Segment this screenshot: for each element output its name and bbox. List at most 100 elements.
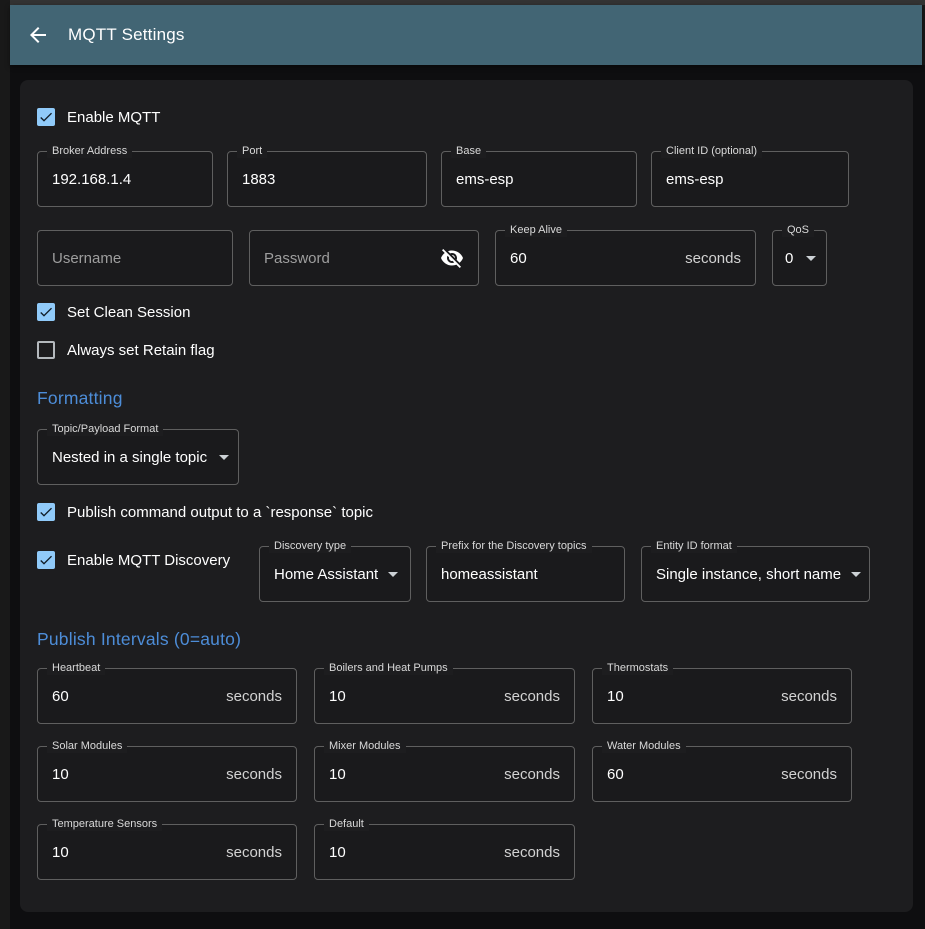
client-id-field[interactable]: Client ID (optional) xyxy=(651,151,849,207)
client-id-input[interactable] xyxy=(666,171,834,188)
enable-mqtt-label: Enable MQTT xyxy=(67,109,160,126)
toggle-password-visibility-button[interactable] xyxy=(440,246,464,270)
check-icon xyxy=(38,504,54,520)
seconds-suffix: seconds xyxy=(218,766,282,783)
intervals-grid: Heartbeat seconds Boilers and Heat Pumps… xyxy=(37,668,896,880)
port-input[interactable] xyxy=(242,171,412,188)
mixer-modules-label: Mixer Modules xyxy=(324,740,406,753)
entity-id-format-select[interactable]: Entity ID format Single instance, short … xyxy=(641,546,870,602)
thermostats-input[interactable] xyxy=(607,688,773,705)
heartbeat-label: Heartbeat xyxy=(47,662,105,675)
connection-row-1: Broker Address Port Base Client ID (opti… xyxy=(37,151,896,207)
water-modules-label: Water Modules xyxy=(602,740,686,753)
discovery-type-label: Discovery type xyxy=(269,540,351,553)
port-field[interactable]: Port xyxy=(227,151,427,207)
discovery-row: Enable MQTT Discovery Discovery type Hom… xyxy=(37,541,896,602)
default-interval-input[interactable] xyxy=(329,844,496,861)
clean-session-checkbox[interactable] xyxy=(37,303,55,321)
default-interval-field[interactable]: Default seconds xyxy=(314,824,575,880)
enable-discovery-checkbox[interactable] xyxy=(37,551,55,569)
entity-id-format-value: Single instance, short name xyxy=(656,566,841,583)
discovery-type-select[interactable]: Discovery type Home Assistant xyxy=(259,546,411,602)
keep-alive-field[interactable]: Keep Alive seconds xyxy=(495,230,756,286)
password-field[interactable] xyxy=(249,230,479,286)
discovery-prefix-label: Prefix for the Discovery topics xyxy=(436,540,592,553)
seconds-suffix: seconds xyxy=(218,688,282,705)
discovery-type-value: Home Assistant xyxy=(274,566,378,583)
seconds-suffix: seconds xyxy=(496,766,560,783)
topic-format-value: Nested in a single topic xyxy=(52,449,207,466)
arrow-back-icon xyxy=(26,23,50,47)
publish-response-checkbox[interactable] xyxy=(37,503,55,521)
retain-flag-checkbox[interactable] xyxy=(37,341,55,359)
dropdown-arrow-icon xyxy=(388,572,398,577)
dropdown-arrow-icon xyxy=(806,256,816,261)
seconds-suffix: seconds xyxy=(773,688,837,705)
enable-mqtt-row: Enable MQTT xyxy=(37,108,896,126)
formatting-heading: Formatting xyxy=(37,388,896,409)
appbar: MQTT Settings xyxy=(10,5,922,65)
qos-label: QoS xyxy=(782,224,814,237)
mixer-modules-input[interactable] xyxy=(329,766,496,783)
topic-format-select[interactable]: Topic/Payload Format Nested in a single … xyxy=(37,429,239,485)
seconds-suffix: seconds xyxy=(496,688,560,705)
broker-address-input[interactable] xyxy=(52,171,198,188)
temperature-sensors-label: Temperature Sensors xyxy=(47,818,162,831)
entity-id-format-label: Entity ID format xyxy=(651,540,737,553)
boilers-input[interactable] xyxy=(329,688,496,705)
broker-address-label: Broker Address xyxy=(47,145,132,158)
base-label: Base xyxy=(451,145,486,158)
retain-flag-row: Always set Retain flag xyxy=(37,341,896,359)
mixer-modules-field[interactable]: Mixer Modules seconds xyxy=(314,746,575,802)
boilers-field[interactable]: Boilers and Heat Pumps seconds xyxy=(314,668,575,724)
heartbeat-field[interactable]: Heartbeat seconds xyxy=(37,668,297,724)
back-button[interactable] xyxy=(26,23,50,47)
keep-alive-input[interactable] xyxy=(510,250,677,267)
enable-mqtt-checkbox[interactable] xyxy=(37,108,55,126)
retain-flag-label: Always set Retain flag xyxy=(67,342,215,359)
solar-modules-label: Solar Modules xyxy=(47,740,127,753)
page-title: MQTT Settings xyxy=(68,25,185,45)
settings-card: Enable MQTT Broker Address Port Base Cli… xyxy=(20,80,913,912)
qos-select[interactable]: QoS 0 xyxy=(772,230,827,286)
water-modules-input[interactable] xyxy=(607,766,773,783)
client-id-label: Client ID (optional) xyxy=(661,145,762,158)
boilers-label: Boilers and Heat Pumps xyxy=(324,662,453,675)
heartbeat-input[interactable] xyxy=(52,688,218,705)
dropdown-arrow-icon xyxy=(851,572,861,577)
base-input[interactable] xyxy=(456,171,622,188)
visibility-off-icon xyxy=(440,246,464,270)
solar-modules-input[interactable] xyxy=(52,766,218,783)
topic-format-label: Topic/Payload Format xyxy=(47,423,163,436)
seconds-suffix: seconds xyxy=(218,844,282,861)
solar-modules-field[interactable]: Solar Modules seconds xyxy=(37,746,297,802)
discovery-prefix-input[interactable] xyxy=(441,566,610,583)
check-icon xyxy=(38,304,54,320)
enable-discovery-label: Enable MQTT Discovery xyxy=(67,552,230,569)
check-icon xyxy=(38,552,54,568)
default-interval-label: Default xyxy=(324,818,369,831)
water-modules-field[interactable]: Water Modules seconds xyxy=(592,746,852,802)
publish-response-row: Publish command output to a `response` t… xyxy=(37,503,896,521)
thermostats-label: Thermostats xyxy=(602,662,673,675)
connection-row-2: Keep Alive seconds QoS 0 xyxy=(37,230,896,286)
discovery-prefix-field[interactable]: Prefix for the Discovery topics xyxy=(426,546,625,602)
username-input[interactable] xyxy=(52,250,218,267)
qos-value: 0 xyxy=(785,250,793,267)
temperature-sensors-input[interactable] xyxy=(52,844,218,861)
publish-intervals-heading: Publish Intervals (0=auto) xyxy=(37,629,896,650)
base-field[interactable]: Base xyxy=(441,151,637,207)
temperature-sensors-field[interactable]: Temperature Sensors seconds xyxy=(37,824,297,880)
broker-address-field[interactable]: Broker Address xyxy=(37,151,213,207)
username-field[interactable] xyxy=(37,230,233,286)
keep-alive-suffix: seconds xyxy=(677,250,741,267)
keep-alive-label: Keep Alive xyxy=(505,224,567,237)
port-label: Port xyxy=(237,145,267,158)
seconds-suffix: seconds xyxy=(496,844,560,861)
seconds-suffix: seconds xyxy=(773,766,837,783)
thermostats-field[interactable]: Thermostats seconds xyxy=(592,668,852,724)
password-input[interactable] xyxy=(264,250,432,267)
clean-session-label: Set Clean Session xyxy=(67,304,190,321)
enable-discovery-row: Enable MQTT Discovery xyxy=(37,551,259,569)
clean-session-row: Set Clean Session xyxy=(37,303,896,321)
